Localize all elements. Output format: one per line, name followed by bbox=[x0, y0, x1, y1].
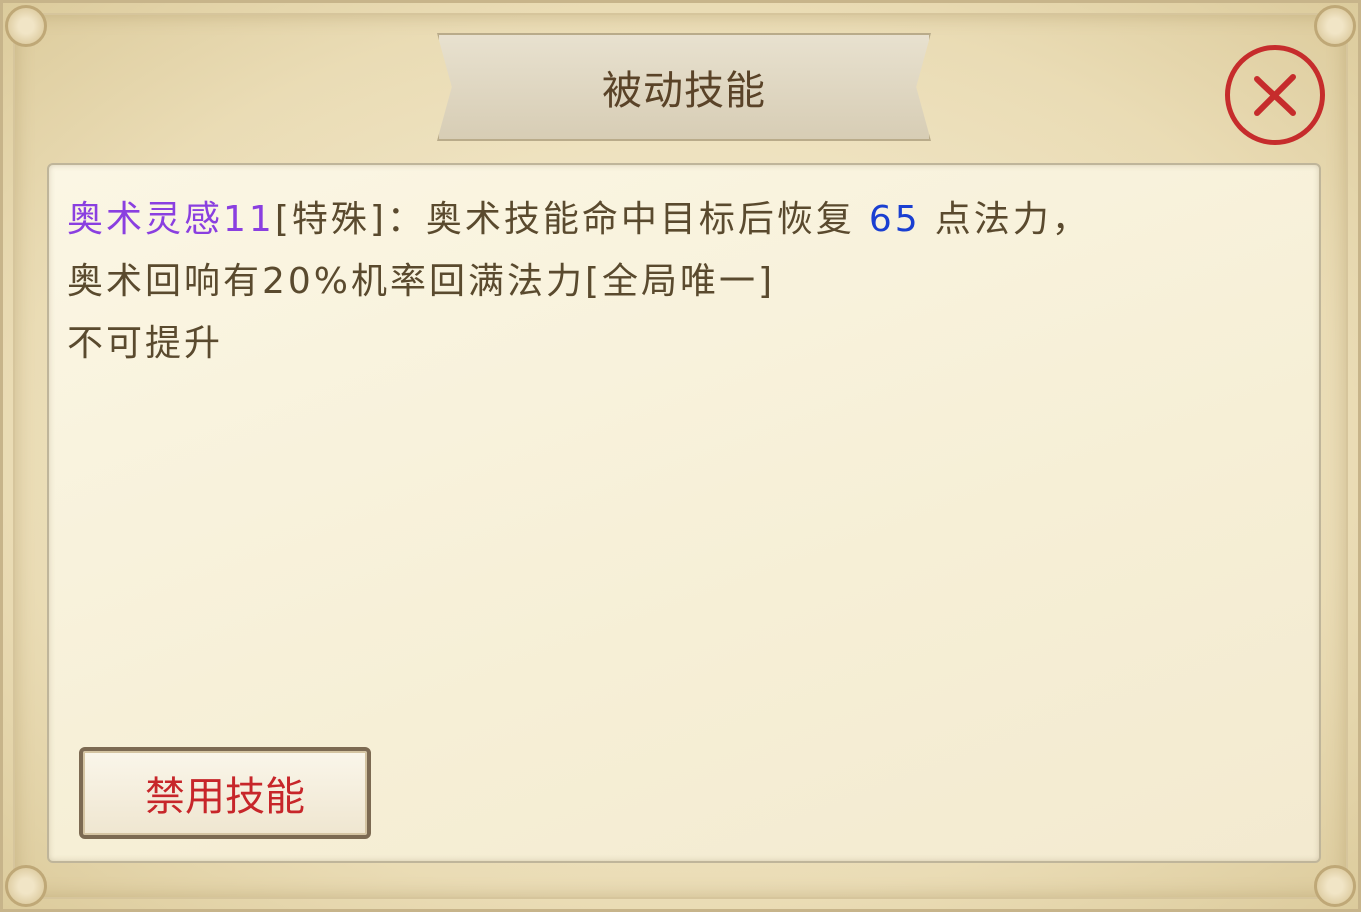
skill-effect-text: [特殊]：奥术技能命中目标后恢复 bbox=[274, 199, 855, 240]
description-line-1: 奥术灵感11[特殊]：奥术技能命中目标后恢复 65 点法力， bbox=[67, 189, 1297, 251]
disable-skill-label: 禁用技能 bbox=[145, 774, 305, 820]
upgrade-status: 不可提升 bbox=[67, 323, 224, 364]
corner-ornament bbox=[1314, 5, 1356, 47]
corner-ornament bbox=[5, 5, 47, 47]
skill-name: 奥术灵感11 bbox=[67, 199, 275, 240]
close-button[interactable] bbox=[1225, 45, 1325, 145]
description-line-2: 奥术回响有20%机率回满法力[全局唯一] bbox=[67, 261, 776, 302]
skill-description: 奥术灵感11[特殊]：奥术技能命中目标后恢复 65 点法力， 奥术回响有20%机率回… bbox=[67, 189, 1297, 375]
dialog-title: 被动技能 bbox=[602, 68, 766, 114]
corner-ornament bbox=[5, 865, 47, 907]
skill-effect-tail: 点法力， bbox=[934, 199, 1091, 240]
disable-skill-button[interactable]: 禁用技能 bbox=[79, 747, 371, 839]
close-icon bbox=[1254, 74, 1296, 116]
dialog-frame: 被动技能 奥术灵感11[特殊]：奥术技能命中目标后恢复 65 点法力， 奥术回响有2… bbox=[0, 0, 1361, 912]
corner-ornament bbox=[1314, 865, 1356, 907]
title-plaque: 被动技能 bbox=[437, 33, 931, 141]
restore-amount: 65 bbox=[868, 199, 921, 240]
